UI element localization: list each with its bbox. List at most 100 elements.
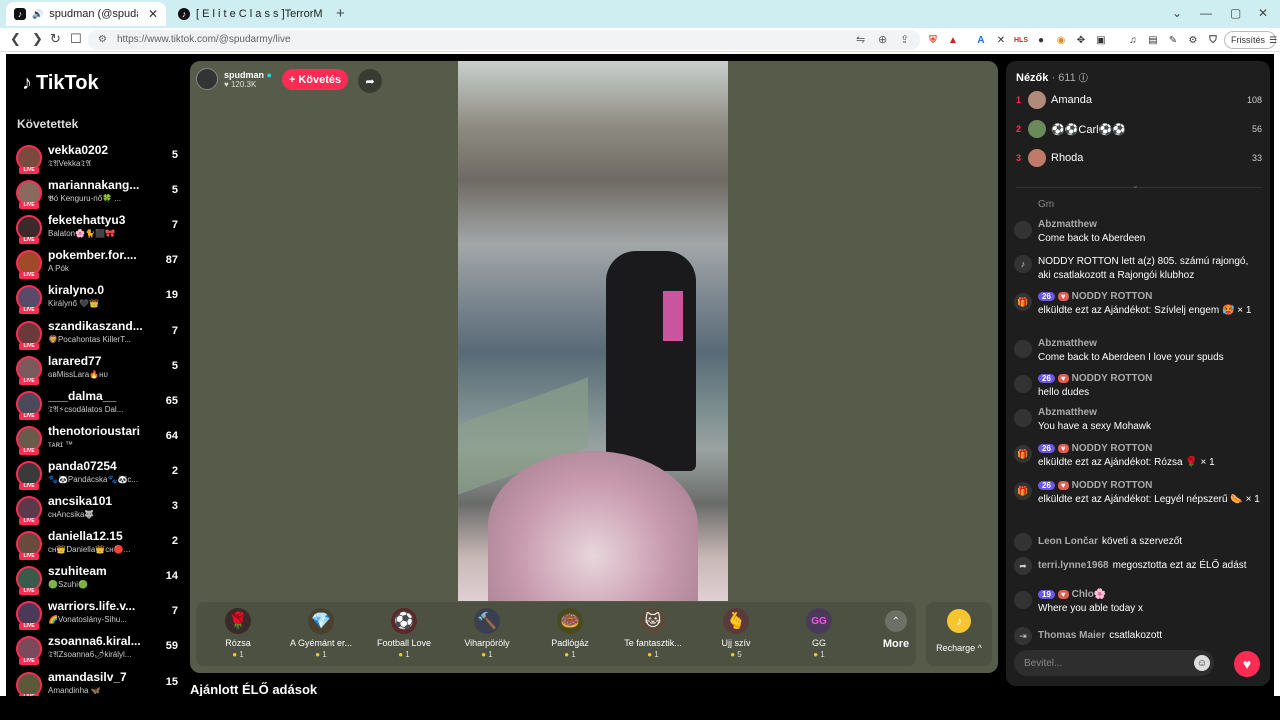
translate-off-icon[interactable]: ⇋ <box>856 33 865 46</box>
chat-username[interactable]: NODDY ROTTON <box>1072 373 1153 384</box>
update-button[interactable]: Frissítés ☰ <box>1224 31 1277 49</box>
expand-chevron-icon[interactable]: ⌄ <box>1132 181 1139 190</box>
gift-item[interactable]: GG GG ● 1 <box>779 608 859 664</box>
chat-username[interactable]: Abzmatthew <box>1038 219 1097 230</box>
following-item[interactable]: LIVE pokember.for.... A Pók 87 <box>16 248 186 283</box>
top-viewer-row[interactable]: 3 Rhoda 33 <box>1016 148 1262 170</box>
colorful-extension-icon[interactable]: ◉ <box>1054 33 1068 47</box>
minimize-icon[interactable]: — <box>1200 6 1212 20</box>
following-name: larared77 <box>48 353 102 368</box>
host-avatar[interactable] <box>196 68 218 90</box>
gift-item[interactable]: 🌹 Rózsa ● 1 <box>198 608 278 664</box>
top-viewer-row[interactable]: 2 ⚽⚽Carl⚽⚽ 56 <box>1016 119 1262 141</box>
gift-item[interactable]: 🫰 Ujj szív ● 5 <box>696 608 776 664</box>
following-item[interactable]: LIVE daniella12.15 ᴄʜ👑Daniella👑ᴄʜ🔴... 2 <box>16 529 186 564</box>
following-item[interactable]: LIVE szandikaszand... 🦁Pocahontas KillerT.… <box>16 319 186 354</box>
hls-extension-icon[interactable]: HLS <box>1014 33 1028 47</box>
viewer-rank: 1 <box>1016 95 1022 105</box>
following-subtitle: Királynő 🖤👑 <box>48 299 100 309</box>
avatar[interactable] <box>16 671 42 696</box>
settings-icon[interactable]: ⚙ <box>1186 33 1200 47</box>
gift-item[interactable]: 🐱 Te fantasztik... ● 1 <box>613 608 693 664</box>
share-arrow-icon[interactable]: ➦ <box>358 69 382 93</box>
downloads-extension-icon[interactable]: ▣ <box>1094 33 1108 47</box>
gift-item[interactable]: 🔨 Viharpöröly ● 1 <box>447 608 527 664</box>
viewer-count: 7 <box>171 324 178 337</box>
live-video[interactable] <box>458 61 728 601</box>
chat-input[interactable] <box>1024 655 1174 671</box>
chat-username[interactable]: NODDY ROTTON <box>1072 443 1153 454</box>
warning-icon[interactable]: ▲ <box>946 33 960 47</box>
close-tab-icon[interactable]: ✕ <box>148 7 158 21</box>
gift-item[interactable]: 💎 A Gyémánt er... ● 1 <box>281 608 361 664</box>
x-extension-icon[interactable]: ✕ <box>994 33 1008 47</box>
following-item[interactable]: LIVE ___dalma__ 𝔗𝔄⚡csodálatos Dal... 65 <box>16 389 186 424</box>
gift-item[interactable]: ⚽ Football Love ● 1 <box>364 608 444 664</box>
vpn-shield-icon[interactable]: ⛉ <box>1206 33 1220 47</box>
translate-extension-icon[interactable]: A <box>974 33 988 47</box>
following-item[interactable]: LIVEamandasilv_7Amandinha 🦋15 <box>16 670 186 696</box>
chat-username[interactable]: Chlo🌸 <box>1072 589 1107 600</box>
brave-shield-icon[interactable]: ⛨ <box>926 33 940 47</box>
gift-item[interactable]: 🍩 Padlógáz ● 1 <box>530 608 610 664</box>
following-item[interactable]: LIVE zsoanna6.kiral... 𝔗𝔄Zsoanna6🌶királyl.… <box>16 634 186 669</box>
host-name-row: spudman ● <box>224 70 272 80</box>
following-item[interactable]: LIVE kiralyno.0 Királynő 🖤👑 19 <box>16 283 186 318</box>
host-info[interactable]: spudman ● ♥ 120.3K <box>196 68 272 90</box>
chat-input-box[interactable]: ☺ <box>1014 650 1214 676</box>
share-icon[interactable]: ⇪ <box>900 33 909 46</box>
following-subtitle: Balaton🌸🐈⬛🎀 <box>48 229 115 239</box>
tab-elite-class[interactable]: ♪ [ E l i t e C l a s s ]TerrorMo... <box>170 2 330 26</box>
live-badge: LIVE <box>19 658 39 666</box>
bookmark-icon[interactable]: ☐ <box>70 31 82 47</box>
address-bar[interactable]: ⚙ https://www.tiktok.com/@spudarmy/live … <box>88 30 920 50</box>
back-icon[interactable]: ❮ <box>10 31 21 47</box>
media-control-icon[interactable]: ♫ <box>1126 33 1140 47</box>
page-scrollbar[interactable] <box>1274 54 1280 696</box>
chat-username[interactable]: Leon Lončar <box>1038 536 1098 547</box>
chat-username[interactable]: terri.lynne1968 <box>1038 560 1109 571</box>
chat-username[interactable]: NODDY ROTTON <box>1072 291 1153 302</box>
chat-username[interactable]: Thomas Maier <box>1038 630 1105 641</box>
top-viewer-row[interactable]: 1 Amanda 108 <box>1016 90 1262 112</box>
tab-spudman-live[interactable]: ♪ 🔊 spudman (@spudarmy) ÉLŐ ... ✕ <box>6 2 166 26</box>
following-item[interactable]: LIVE larared77 ɢʙMissLara🔥ʜᴜ 5 <box>16 354 186 389</box>
following-item[interactable]: LIVE panda07254 🐾🐼Pandácska🐾🐼c... 2 <box>16 459 186 494</box>
following-item[interactable]: LIVE szuhiteam 🟢Szuhi🟢 14 <box>16 564 186 599</box>
share-arrow-icon: ➦ <box>1014 557 1032 575</box>
following-item[interactable]: LIVE thenotorioustari ᴛᴀʀɪ ™ 64 <box>16 424 186 459</box>
chat-username[interactable]: Abzmatthew <box>1038 407 1097 418</box>
extension-circle-icon[interactable]: ● <box>1034 33 1048 47</box>
more-gifts-button[interactable]: ⌃ More <box>876 608 916 664</box>
extensions-icon[interactable]: ✎ <box>1166 33 1180 47</box>
following-item[interactable]: LIVE vekka0202 𝔗𝔄Vekka𝔗𝔄 5 <box>16 143 186 178</box>
close-window-icon[interactable]: ✕ <box>1258 6 1268 20</box>
maximize-icon[interactable]: ▢ <box>1230 6 1241 20</box>
info-icon[interactable]: ⓘ <box>1079 73 1088 83</box>
forward-icon[interactable]: ❯ <box>32 31 43 47</box>
following-name: daniella12.15 <box>48 529 123 544</box>
following-item[interactable]: LIVE mariannakang... 𝕭ó Kenguru-nő🍀 ... 5 <box>16 178 186 213</box>
puzzle-extension-icon[interactable]: ✥ <box>1074 33 1088 47</box>
site-info-icon[interactable]: ⚙ <box>98 34 107 45</box>
tiktok-logo[interactable]: ♪ TikTok <box>22 72 99 95</box>
tiktok-favicon-icon: ♪ <box>14 8 26 20</box>
tab-title: [ E l i t e C l a s s ]TerrorMo... <box>196 8 322 20</box>
like-heart-button[interactable]: ♥ <box>1234 651 1260 677</box>
chat-username[interactable]: NODDY ROTTON <box>1072 480 1153 491</box>
following-item[interactable]: LIVE feketehattyu3 Balaton🌸🐈⬛🎀 7 <box>16 213 186 248</box>
tab-search-chevron-icon[interactable]: ⌄ <box>1172 6 1182 20</box>
recharge-button[interactable]: ♪ Recharge ^ <box>926 602 992 666</box>
emoji-icon[interactable]: ☺ <box>1194 655 1210 671</box>
following-name: kiralyno.0 <box>48 283 105 298</box>
new-tab-icon[interactable]: + <box>336 5 345 22</box>
following-item[interactable]: LIVE ancsika101 ᴄʜAncsika🐺 3 <box>16 494 186 529</box>
zoom-icon[interactable]: ⊕ <box>878 33 887 46</box>
follow-button[interactable]: + Követés <box>282 69 348 90</box>
url-text[interactable]: https://www.tiktok.com/@spudarmy/live <box>117 34 291 45</box>
following-item[interactable]: LIVE warriors.life.v... 🌈Vonatoslány-Sihu.… <box>16 599 186 634</box>
chat-username[interactable]: Abzmatthew <box>1038 338 1097 349</box>
following-subtitle: ᴄʜAncsika🐺 <box>48 510 95 519</box>
reload-icon[interactable]: ↻ <box>50 31 61 47</box>
sidebar-toggle-icon[interactable]: ▤ <box>1146 33 1160 47</box>
